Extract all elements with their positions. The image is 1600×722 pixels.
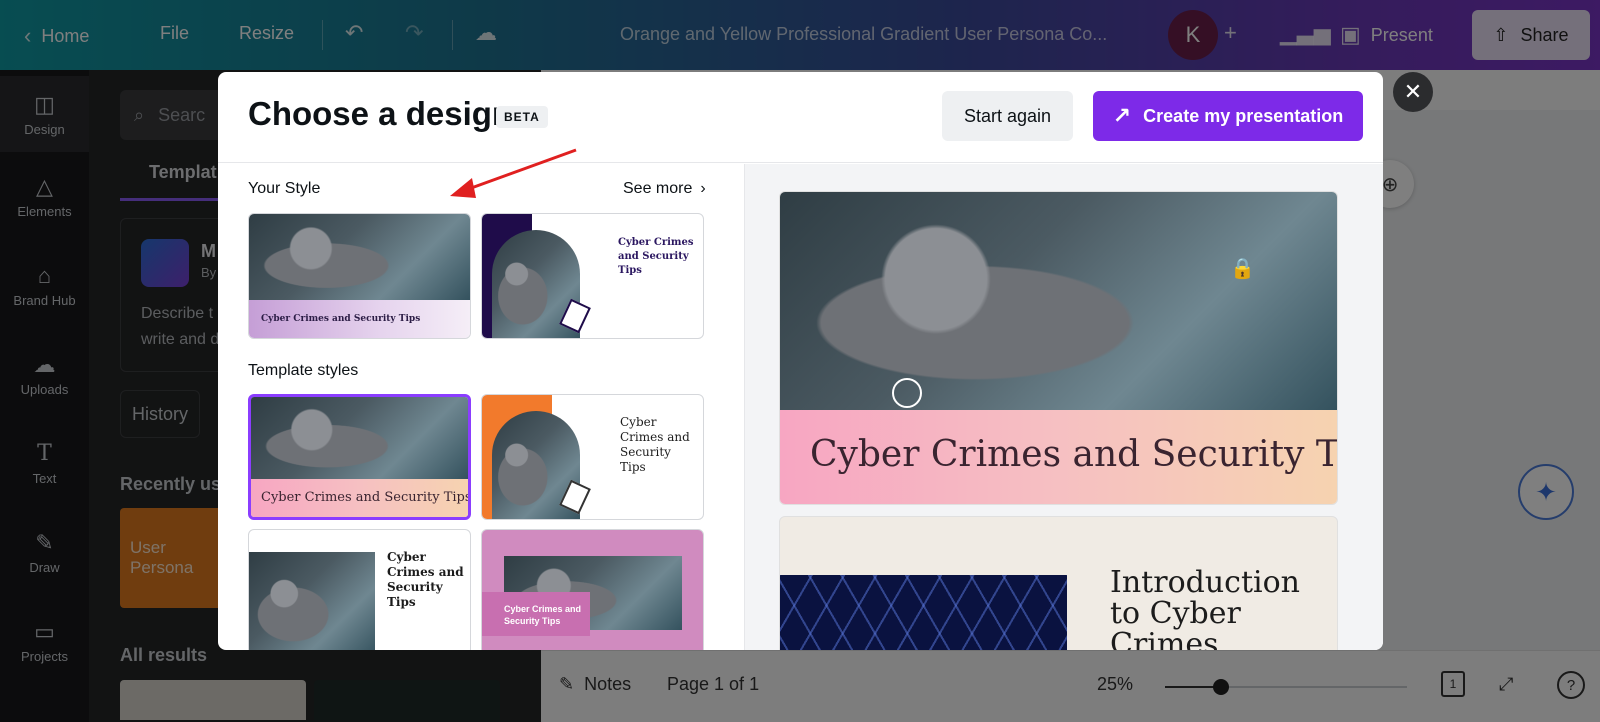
- close-icon: ✕: [1403, 79, 1423, 104]
- create-presentation-button[interactable]: ↗ Create my presentation: [1093, 91, 1363, 141]
- chevron-right-icon: ›: [700, 180, 706, 197]
- create-label: Create my presentation: [1143, 105, 1344, 126]
- modal-title: Choose a design: [248, 95, 513, 132]
- choose-design-modal: Choose a design BETA Start again ↗ Creat…: [218, 72, 1383, 650]
- network-graphic: [780, 575, 1067, 650]
- hacker-photo: [249, 214, 470, 300]
- hacker-photo: [251, 397, 468, 479]
- tile-title: Cyber Crimes and Security Tips: [387, 550, 464, 609]
- tile-title: Cyber Crimes and Security Tips: [620, 415, 690, 474]
- your-style-option-2[interactable]: Cyber Crimes and Security Tips: [481, 213, 704, 339]
- slide-title: Introduction to Cyber Crimes: [1110, 565, 1300, 650]
- slide-title: Cyber Crimes and Security Tips: [810, 434, 1338, 475]
- tile-title: Cyber Crimes and Security Tips: [261, 490, 471, 505]
- your-style-heading: Your Style: [248, 180, 321, 197]
- template-styles-heading: Template styles: [248, 362, 359, 379]
- tile-title: Cyber Crimes and Security Tips: [618, 237, 694, 276]
- hacker-photo: [249, 552, 375, 650]
- start-again-button[interactable]: Start again: [942, 91, 1073, 141]
- see-more-link[interactable]: See more ›: [623, 180, 706, 198]
- close-modal-button[interactable]: ✕: [1393, 72, 1433, 112]
- tile-title: Cyber Crimes and Security Tips: [504, 604, 582, 626]
- template-style-option-2[interactable]: Cyber Crimes and Security Tips: [481, 394, 704, 520]
- template-style-option-3[interactable]: Cyber Crimes and Security Tips: [248, 529, 471, 650]
- preview-column: 🔒 Cyber Crimes and Security Tips Introdu…: [745, 164, 1383, 650]
- beta-badge: BETA: [496, 106, 548, 128]
- see-more-label: See more: [623, 180, 693, 197]
- template-style-option-4[interactable]: Cyber Crimes and Security Tips: [481, 529, 704, 650]
- template-style-option-1[interactable]: Cyber Crimes and Security Tips: [248, 394, 471, 520]
- lock-icon: 🔒: [1230, 258, 1255, 280]
- modal-header: Choose a design BETA Start again ↗ Creat…: [218, 72, 1383, 163]
- hacker-photo: [780, 192, 1337, 410]
- tile-title: Cyber Crimes and Security Tips: [261, 314, 421, 324]
- bank-icon: [892, 378, 922, 408]
- external-link-icon: ↗: [1112, 103, 1132, 128]
- preview-slide-2[interactable]: Introduction to Cyber Crimes: [779, 516, 1338, 650]
- preview-slide-1[interactable]: 🔒 Cyber Crimes and Security Tips: [779, 191, 1338, 505]
- your-style-option-1[interactable]: Cyber Crimes and Security Tips: [248, 213, 471, 339]
